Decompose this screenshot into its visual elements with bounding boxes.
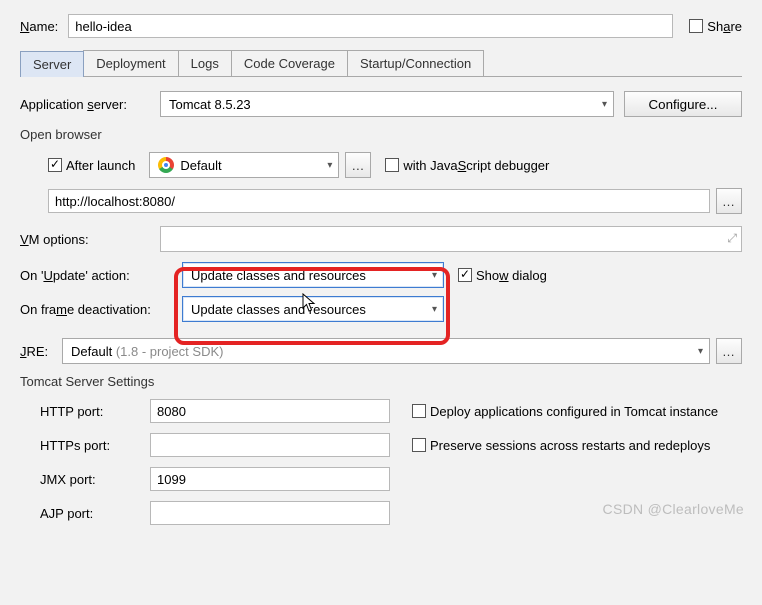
chevron-down-icon: ▾: [602, 99, 607, 110]
expand-icon[interactable]: ⤢: [727, 231, 737, 246]
http-port-label: HTTP port:: [40, 404, 150, 419]
show-dialog-label: Show dialog: [476, 268, 547, 283]
url-input[interactable]: [48, 189, 710, 213]
ajp-port-input[interactable]: [150, 501, 390, 525]
vm-options-input[interactable]: ⤢: [160, 226, 742, 252]
after-launch-label: After launch: [66, 158, 135, 173]
jmx-port-label: JMX port:: [40, 472, 150, 487]
share-label: Share: [707, 19, 742, 34]
tab-logs[interactable]: Logs: [178, 50, 232, 76]
update-action-label: On 'Update' action:: [20, 268, 182, 283]
frame-deactivation-select[interactable]: Update classes and resources▾: [182, 296, 444, 322]
https-port-input[interactable]: [150, 433, 390, 457]
frame-deactivation-label: On frame deactivation:: [20, 302, 182, 317]
update-action-select[interactable]: Update classes and resources▾: [182, 262, 444, 288]
jre-label: JRE:: [20, 344, 62, 359]
open-browser-title: Open browser: [20, 127, 742, 142]
browser-select[interactable]: Default ▾: [149, 152, 339, 178]
chevron-down-icon: ▾: [432, 270, 437, 281]
deploy-checkbox[interactable]: [412, 404, 426, 418]
https-port-label: HTTPs port:: [40, 438, 150, 453]
browser-more-button[interactable]: …: [345, 152, 371, 178]
tomcat-settings-title: Tomcat Server Settings: [20, 374, 742, 389]
preserve-label: Preserve sessions across restarts and re…: [430, 438, 710, 453]
after-launch-checkbox[interactable]: [48, 158, 62, 172]
application-server-select[interactable]: Tomcat 8.5.23▾: [160, 91, 614, 117]
share-checkbox[interactable]: [689, 19, 703, 33]
preserve-checkbox[interactable]: [412, 438, 426, 452]
js-debugger-checkbox[interactable]: [385, 158, 399, 172]
url-more-button[interactable]: …: [716, 188, 742, 214]
chevron-down-icon: ▾: [327, 160, 332, 171]
name-input[interactable]: [68, 14, 673, 38]
vm-options-label: VM options:: [20, 232, 160, 247]
tab-server[interactable]: Server: [20, 51, 84, 77]
name-label: NName:ame:: [20, 19, 58, 34]
tab-startup-connection[interactable]: Startup/Connection: [347, 50, 484, 76]
tab-deployment[interactable]: Deployment: [83, 50, 178, 76]
ajp-port-label: AJP port:: [40, 506, 150, 521]
js-debugger-label: with JavaScript debugger: [403, 158, 549, 173]
chevron-down-icon: ▾: [698, 346, 703, 357]
http-port-input[interactable]: [150, 399, 390, 423]
show-dialog-checkbox[interactable]: [458, 268, 472, 282]
watermark: CSDN @ClearloveMe: [603, 501, 744, 517]
jre-more-button[interactable]: …: [716, 338, 742, 364]
tab-code-coverage[interactable]: Code Coverage: [231, 50, 348, 76]
chevron-down-icon: ▾: [432, 304, 437, 315]
deploy-label: Deploy applications configured in Tomcat…: [430, 404, 718, 419]
jmx-port-input[interactable]: [150, 467, 390, 491]
jre-select[interactable]: Default (1.8 - project SDK) ▾: [62, 338, 710, 364]
chrome-icon: [158, 157, 174, 173]
tabs: Server Deployment Logs Code Coverage Sta…: [20, 50, 742, 77]
configure-button[interactable]: Configure...: [624, 91, 742, 117]
application-server-label: Application server:: [20, 97, 160, 112]
